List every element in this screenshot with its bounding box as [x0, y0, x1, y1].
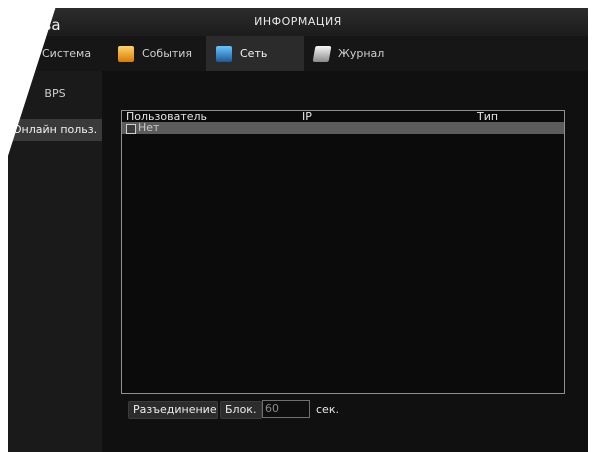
table-header: Пользователь IP Тип	[122, 110, 564, 123]
subnav-panel: BPS Онлайн польз.	[8, 71, 102, 452]
events-icon	[118, 45, 134, 62]
tab-events-label: События	[142, 47, 193, 60]
tab-log[interactable]: Журнал	[304, 36, 412, 71]
online-users-table: Пользователь IP Тип Нет	[121, 110, 565, 394]
network-icon	[216, 45, 232, 62]
block-button[interactable]: Блок.	[220, 401, 262, 419]
subnav-item-online-users[interactable]: Онлайн польз.	[8, 119, 102, 141]
stage: Пауза ИНФОРМАЦИЯ Система События Сеть Жу…	[0, 0, 596, 452]
bottom-controls: Разъединение Блок. сек.	[128, 400, 428, 420]
tab-events[interactable]: События	[108, 36, 206, 71]
tab-bar: Система События Сеть Журнал	[8, 36, 588, 71]
row-user-text: Нет	[138, 121, 160, 134]
table-row[interactable]: Нет	[122, 121, 564, 134]
title-bar: Пауза ИНФОРМАЦИЯ	[8, 8, 588, 36]
tab-system-label: Система	[42, 47, 92, 60]
seconds-input[interactable]	[262, 400, 310, 418]
log-icon	[312, 45, 332, 62]
seconds-unit-label: сек.	[316, 403, 339, 416]
disconnect-button[interactable]: Разъединение	[128, 401, 218, 419]
window-title: ИНФОРМАЦИЯ	[254, 15, 342, 28]
tab-log-label: Журнал	[338, 47, 385, 60]
row-checkbox[interactable]	[126, 124, 136, 134]
tab-network-label: Сеть	[240, 47, 268, 60]
tab-network[interactable]: Сеть	[206, 36, 304, 71]
